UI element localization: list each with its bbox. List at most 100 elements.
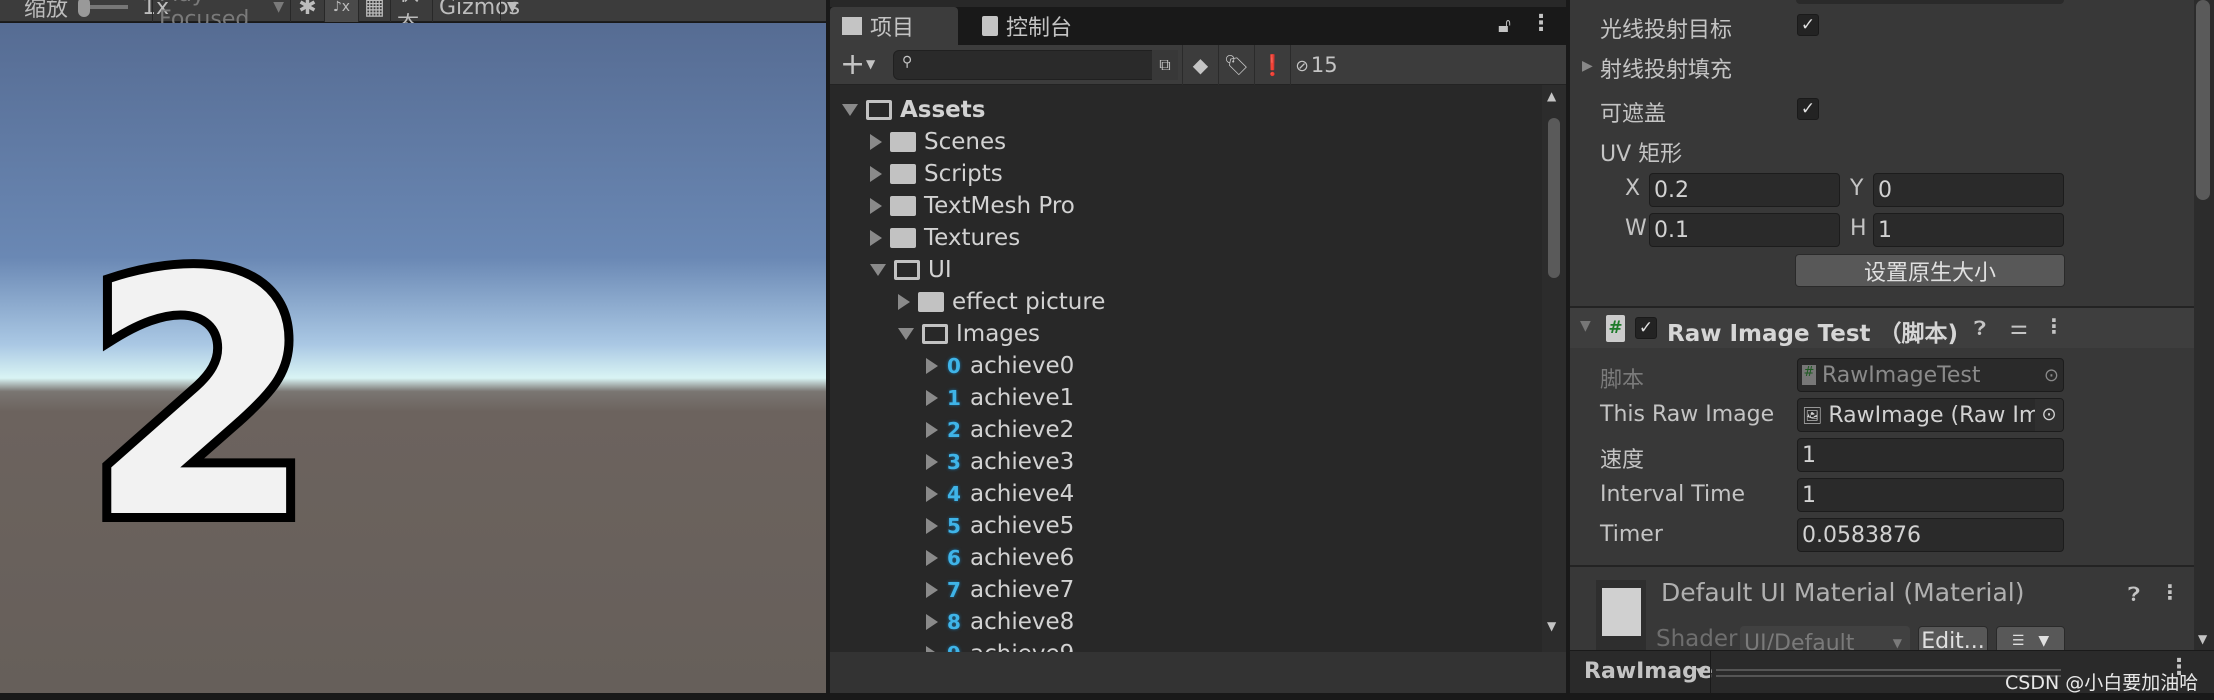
tree-item[interactable]: 4 achieve4 — [926, 478, 1074, 510]
scroll-up-icon[interactable]: ▲ — [1547, 89, 1556, 103]
tree-item[interactable]: 0 achieve0 — [926, 350, 1074, 382]
collapsed-triangle-icon[interactable] — [926, 518, 938, 534]
collapsed-triangle-icon[interactable] — [926, 454, 938, 470]
lock-icon[interactable]: 🔓︎ — [1498, 13, 1511, 37]
expanded-triangle-icon[interactable] — [898, 328, 914, 340]
tree-item[interactable]: 2 achieve2 — [926, 414, 1074, 446]
interval-time-field[interactable]: 1 — [1797, 478, 2064, 512]
inspector-panel: 光线投射目标 ✓ ▶ 射线投射填充 可遮盖 ✓ UV 矩形 X 0.2 Y 0 … — [1570, 0, 2214, 660]
collapsed-triangle-icon[interactable] — [870, 230, 882, 246]
scrollbar-thumb[interactable] — [1548, 118, 1560, 278]
expanded-triangle-icon[interactable] — [842, 104, 858, 116]
this-raw-image-field[interactable]: 🖼︎ RawImage (Raw Image ⊙ — [1797, 398, 2064, 432]
tree-item[interactable]: 7 achieve7 — [926, 574, 1074, 606]
speed-field[interactable]: 1 — [1797, 438, 2064, 472]
scrollbar-thumb[interactable] — [2196, 0, 2210, 200]
collapse-triangle-icon[interactable]: ▼ — [1580, 318, 1591, 334]
tree-item[interactable]: 5 achieve5 — [926, 510, 1074, 542]
tree-item[interactable]: 9 achieve9 — [926, 638, 1074, 652]
slider-thumb[interactable] — [78, 0, 91, 17]
set-native-size-button[interactable]: 设置原生大小 — [1795, 254, 2065, 287]
preview-title[interactable]: RawImage — [1584, 659, 1713, 684]
chevron-down-icon[interactable]: ▼ — [1696, 665, 1705, 679]
uv-y-field[interactable]: 0 — [1873, 173, 2064, 207]
tree-item[interactable]: Images — [898, 318, 1040, 350]
search-input[interactable]: ⚲ ⧉ — [893, 50, 1178, 80]
scale-slider[interactable] — [78, 0, 129, 17]
collapsed-triangle-icon[interactable] — [926, 358, 938, 374]
gizmos-button[interactable]: Gizmos — [432, 0, 520, 22]
collapsed-triangle-icon[interactable] — [870, 134, 882, 150]
collapsed-triangle-icon[interactable] — [926, 550, 938, 566]
sprite-icon: 0 — [947, 354, 961, 378]
collapsed-triangle-icon[interactable] — [926, 614, 938, 630]
gizmos-dropdown-icon[interactable]: ▼ — [500, 0, 526, 22]
tree-item[interactable]: Scenes — [870, 126, 1006, 158]
search-by-type-icon[interactable]: ⧉ — [1152, 50, 1178, 80]
collapsed-triangle-icon[interactable] — [870, 166, 882, 182]
maskable-label: 可遮盖 — [1600, 102, 1667, 127]
stats-button[interactable]: 状态 — [390, 0, 432, 38]
presets-icon[interactable]: ⚌ — [2010, 315, 2028, 339]
filter-by-type-icon[interactable]: ◆ — [1182, 45, 1218, 85]
scroll-down-icon[interactable]: ▼ — [1547, 619, 1556, 633]
mute-audio-icon[interactable]: ♪x — [324, 0, 358, 22]
tree-item[interactable]: 8 achieve8 — [926, 606, 1074, 638]
more-options-icon[interactable]: ⋮ — [1530, 11, 1552, 36]
tree-item[interactable]: 1 achieve1 — [926, 382, 1074, 414]
tree-item-label: effect picture — [952, 289, 1106, 315]
scale-label: 缩放 — [24, 0, 69, 22]
tree-item[interactable]: UI — [870, 254, 952, 286]
bug-icon[interactable]: ✱ — [290, 0, 324, 22]
collapsed-triangle-icon[interactable] — [898, 294, 910, 310]
tree-item[interactable]: Scripts — [870, 158, 1003, 190]
uv-h-field[interactable]: 1 — [1873, 213, 2064, 247]
tab-console[interactable]: 控制台 — [970, 7, 1084, 45]
expanded-triangle-icon[interactable] — [870, 264, 886, 276]
collapsed-triangle-icon[interactable] — [926, 422, 938, 438]
filter-by-label-icon[interactable]: 🏷︎ — [1218, 45, 1254, 85]
tree-item[interactable]: Assets — [842, 94, 985, 126]
this-raw-image-label: This Raw Image — [1600, 402, 1775, 427]
collapsed-triangle-icon[interactable] — [926, 390, 938, 406]
raycast-target-checkbox[interactable]: ✓ — [1797, 14, 1819, 36]
component-header[interactable]: ▼ # ✓ Raw Image Test （脚本) ❓︎ ⚌ ⋮ — [1570, 308, 2206, 348]
scroll-down-icon[interactable]: ▼ — [2198, 632, 2207, 646]
maskable-checkbox[interactable]: ✓ — [1797, 98, 1819, 120]
divider — [1710, 651, 1711, 694]
timer-field[interactable]: 0.0583876 — [1797, 518, 2064, 552]
tree-item[interactable]: 6 achieve6 — [926, 542, 1074, 574]
raycast-padding-label[interactable]: 射线投射填充 — [1600, 52, 1732, 84]
collapsed-triangle-icon[interactable] — [926, 486, 938, 502]
folder-icon — [890, 228, 916, 248]
grid-icon[interactable]: ▦ — [358, 0, 390, 22]
more-options-icon[interactable]: ⋮ — [2044, 314, 2064, 338]
game-toolbar: 缩放 1x Play Focused▼ ✱ ♪x ▦ 状态 Gizmos ▼ — [0, 0, 826, 38]
tab-label: 控制台 — [1006, 16, 1073, 41]
game-view[interactable]: 2 — [0, 23, 826, 693]
hidden-count: 15 — [1310, 53, 1338, 77]
inspector-scrollbar[interactable]: ▼ — [2194, 0, 2214, 650]
tree-item[interactable]: Textures — [870, 222, 1020, 254]
project-scrollbar[interactable]: ▲ ▼ — [1542, 85, 1566, 652]
object-picker-icon[interactable]: ⊙ — [2035, 399, 2063, 431]
tab-label: 项目 — [870, 16, 915, 41]
collapsed-triangle-icon[interactable] — [870, 198, 882, 214]
create-plus-icon[interactable]: + — [840, 47, 865, 82]
expand-triangle-icon[interactable]: ▶ — [1582, 58, 1593, 74]
warning-icon[interactable]: ❗ — [1254, 45, 1290, 85]
tree-item[interactable]: TextMesh Pro — [870, 190, 1075, 222]
tree-item[interactable]: 3 achieve3 — [926, 446, 1074, 478]
help-icon[interactable]: ❓︎ — [2128, 582, 2140, 606]
tree-item[interactable]: effect picture — [898, 286, 1105, 318]
hidden-packages-toggle[interactable]: ⊘ 15 — [1290, 45, 1342, 85]
tab-project[interactable]: 项目 — [830, 7, 958, 45]
more-options-icon[interactable]: ⋮ — [2160, 580, 2180, 604]
help-icon[interactable]: ❓︎ — [1974, 316, 1986, 340]
collapsed-triangle-icon[interactable] — [926, 582, 938, 598]
uv-w-field[interactable]: 0.1 — [1649, 213, 1840, 247]
play-mode-dropdown[interactable]: Play Focused▼ — [152, 0, 290, 32]
component-enabled-checkbox[interactable]: ✓ — [1635, 317, 1657, 339]
chevron-down-icon[interactable]: ▼ — [866, 57, 875, 71]
uv-x-field[interactable]: 0.2 — [1649, 173, 1840, 207]
